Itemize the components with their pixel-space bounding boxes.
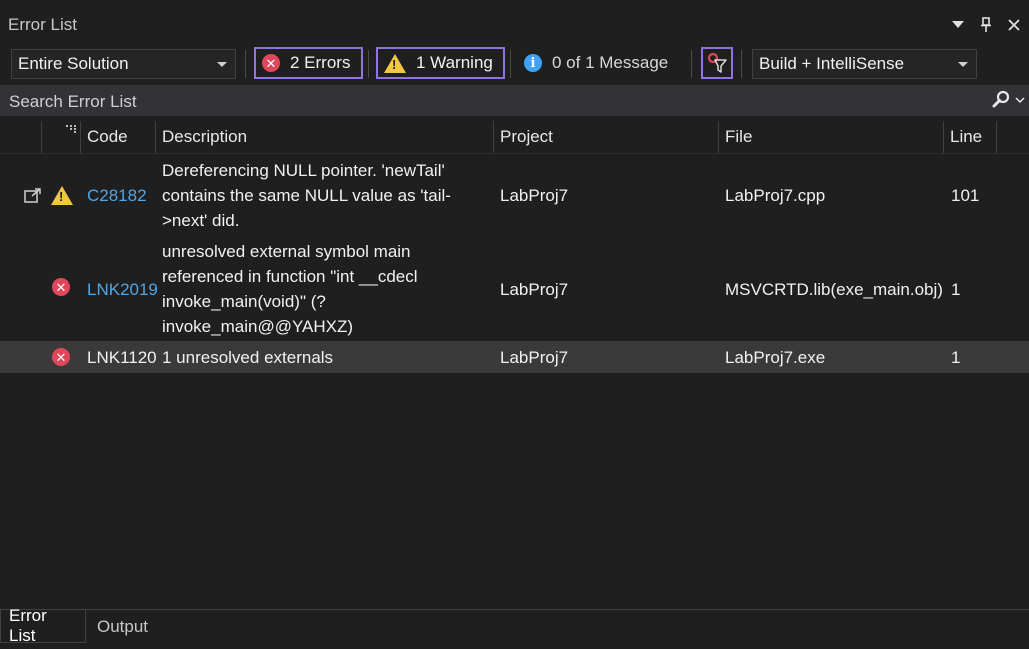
chevron-down-icon [217,62,227,67]
line-cell: 101 [951,186,980,205]
warnings-filter-label: 1 Warning [416,53,493,72]
warnings-filter-button[interactable]: 1 Warning [376,47,505,79]
error-icon: ✕ [262,54,280,72]
pin-icon[interactable] [975,14,997,36]
chevron-down-icon[interactable] [1015,96,1025,104]
toolbar-separator [691,50,692,78]
file-cell: LabProj7.cpp [725,186,826,205]
build-source-value: Build + IntelliSense [759,54,905,73]
table-row[interactable]: ✕ LNK2019 unresolved external symbol mai… [0,239,1029,339]
warning-icon [384,53,406,73]
description-line: Dereferencing NULL pointer. 'newTail' [162,161,445,180]
window-title: Error List [8,15,77,34]
title-controls [947,14,1025,36]
header-cell-severity[interactable] [42,121,81,153]
error-grid: Code Description Project File Line C2818… [0,117,1029,609]
column-header-description[interactable]: Description [156,121,494,153]
column-header-line[interactable]: Line [944,121,997,153]
toolbar-separator [368,50,369,78]
description-line: contains the same NULL value as 'tail- [162,186,451,205]
dropdown-icon[interactable] [947,14,969,36]
scope-dropdown-value: Entire Solution [18,54,129,73]
scope-dropdown[interactable]: Entire Solution [11,49,236,79]
error-list-toolbar: Entire Solution ✕ 2 Errors 1 Warning i 0… [0,44,1029,84]
file-cell: MSVCRTD.lib(exe_main.obj) [725,280,943,299]
description-line: 1 unresolved externals [162,348,334,367]
column-header-file[interactable]: File [719,121,944,153]
search-tools [991,90,1025,110]
error-description: 1 unresolved externals [162,345,492,370]
file-cell: LabProj7.exe [725,348,826,367]
description-line: referenced in function "int __cdecl [162,267,418,286]
error-code-link[interactable]: C28182 [87,183,147,208]
line-cell: 1 [951,348,961,367]
search-bar [0,85,1029,118]
project-cell: LabProj7 [500,186,569,205]
table-row-selected[interactable]: ✕ LNK1120 1 unresolved externals LabProj… [0,341,1029,373]
error-description: unresolved external symbol main referenc… [162,239,492,339]
toolbar-separator [741,50,742,78]
bottom-tab-strip: Error List Output [0,606,1029,649]
description-line: invoke_main@@YAHXZ) [162,317,354,336]
warning-icon [51,186,73,205]
description-line: unresolved external symbol main [162,242,411,261]
project-cell: LabProj7 [500,280,569,299]
error-code[interactable]: LNK1120 [87,345,157,370]
search-input[interactable] [0,85,991,118]
search-icon[interactable] [991,90,1011,110]
build-source-dropdown[interactable]: Build + IntelliSense [752,49,977,79]
tool-window-title-bar: Error List [0,8,1029,42]
filter-button[interactable] [701,47,733,79]
table-row[interactable]: C28182 Dereferencing NULL pointer. 'newT… [0,158,1029,234]
toolbar-separator [510,50,511,78]
toolbar-separator [245,50,246,78]
sort-grip-icon [66,125,76,133]
tab-output[interactable]: Output [89,610,156,643]
project-cell: LabProj7 [500,348,569,367]
error-icon: ✕ [52,348,70,366]
error-icon: ✕ [52,278,70,296]
error-code-link[interactable]: LNK2019 [87,277,158,302]
error-description: Dereferencing NULL pointer. 'newTail' co… [162,158,492,233]
grid-header: Code Description Project File Line [0,121,1029,154]
errors-filter-label: 2 Errors [290,53,351,72]
header-cell-blank [0,121,42,153]
chevron-down-icon [958,62,968,67]
filter-icon [707,52,727,73]
line-cell: 1 [951,280,961,299]
messages-filter-label: 0 of 1 Message [552,53,669,72]
column-header-code[interactable]: Code [81,121,156,153]
description-line: >next' did. [162,211,240,230]
description-line: invoke_main(void)" (? [162,292,326,311]
tab-error-list[interactable]: Error List [0,606,86,645]
errors-filter-button[interactable]: ✕ 2 Errors [254,47,363,79]
info-icon: i [524,54,542,72]
close-icon[interactable] [1003,14,1025,36]
messages-filter-button[interactable]: i 0 of 1 Message [524,47,668,79]
column-header-project[interactable]: Project [494,121,719,153]
open-in-browser-icon[interactable] [24,188,42,204]
